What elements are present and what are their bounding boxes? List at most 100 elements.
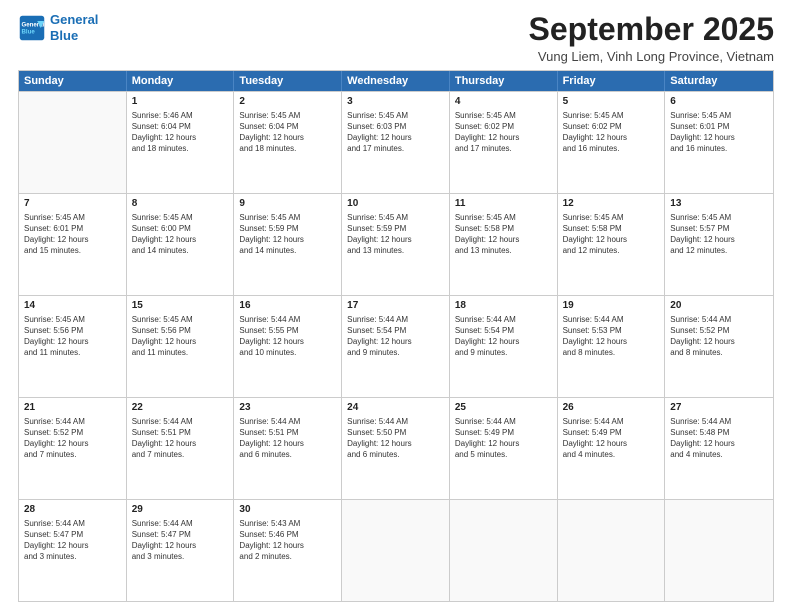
calendar-cell-9: 9Sunrise: 5:45 AM Sunset: 5:59 PM Daylig… [234, 194, 342, 295]
day-info: Sunrise: 5:44 AM Sunset: 5:54 PM Dayligh… [455, 314, 552, 359]
weekday-header-sunday: Sunday [19, 71, 127, 91]
calendar-body: 1Sunrise: 5:46 AM Sunset: 6:04 PM Daylig… [19, 91, 773, 601]
calendar-cell-13: 13Sunrise: 5:45 AM Sunset: 5:57 PM Dayli… [665, 194, 773, 295]
day-info: Sunrise: 5:44 AM Sunset: 5:52 PM Dayligh… [24, 416, 121, 461]
calendar-row-2: 14Sunrise: 5:45 AM Sunset: 5:56 PM Dayli… [19, 295, 773, 397]
day-number: 29 [132, 503, 229, 517]
day-info: Sunrise: 5:44 AM Sunset: 5:49 PM Dayligh… [455, 416, 552, 461]
calendar-cell-27: 27Sunrise: 5:44 AM Sunset: 5:48 PM Dayli… [665, 398, 773, 499]
day-number: 7 [24, 197, 121, 211]
calendar-cell-16: 16Sunrise: 5:44 AM Sunset: 5:55 PM Dayli… [234, 296, 342, 397]
calendar-header: SundayMondayTuesdayWednesdayThursdayFrid… [19, 71, 773, 91]
day-info: Sunrise: 5:44 AM Sunset: 5:47 PM Dayligh… [132, 518, 229, 563]
day-number: 9 [239, 197, 336, 211]
calendar-cell-empty [19, 92, 127, 193]
day-number: 15 [132, 299, 229, 313]
calendar: SundayMondayTuesdayWednesdayThursdayFrid… [18, 70, 774, 602]
calendar-cell-14: 14Sunrise: 5:45 AM Sunset: 5:56 PM Dayli… [19, 296, 127, 397]
title-area: September 2025 Vung Liem, Vinh Long Prov… [529, 12, 774, 64]
day-info: Sunrise: 5:44 AM Sunset: 5:52 PM Dayligh… [670, 314, 768, 359]
logo-icon: General Blue [18, 14, 46, 42]
calendar-cell-21: 21Sunrise: 5:44 AM Sunset: 5:52 PM Dayli… [19, 398, 127, 499]
calendar-cell-18: 18Sunrise: 5:44 AM Sunset: 5:54 PM Dayli… [450, 296, 558, 397]
calendar-cell-2: 2Sunrise: 5:45 AM Sunset: 6:04 PM Daylig… [234, 92, 342, 193]
day-info: Sunrise: 5:44 AM Sunset: 5:47 PM Dayligh… [24, 518, 121, 563]
calendar-cell-3: 3Sunrise: 5:45 AM Sunset: 6:03 PM Daylig… [342, 92, 450, 193]
calendar-cell-22: 22Sunrise: 5:44 AM Sunset: 5:51 PM Dayli… [127, 398, 235, 499]
day-number: 13 [670, 197, 768, 211]
day-info: Sunrise: 5:44 AM Sunset: 5:50 PM Dayligh… [347, 416, 444, 461]
calendar-cell-20: 20Sunrise: 5:44 AM Sunset: 5:52 PM Dayli… [665, 296, 773, 397]
calendar-cell-empty [450, 500, 558, 601]
day-info: Sunrise: 5:44 AM Sunset: 5:51 PM Dayligh… [132, 416, 229, 461]
day-number: 18 [455, 299, 552, 313]
day-number: 11 [455, 197, 552, 211]
day-info: Sunrise: 5:45 AM Sunset: 5:59 PM Dayligh… [239, 212, 336, 257]
calendar-cell-30: 30Sunrise: 5:43 AM Sunset: 5:46 PM Dayli… [234, 500, 342, 601]
day-number: 6 [670, 95, 768, 109]
page-header: General Blue General Blue September 2025… [18, 12, 774, 64]
day-number: 2 [239, 95, 336, 109]
calendar-cell-23: 23Sunrise: 5:44 AM Sunset: 5:51 PM Dayli… [234, 398, 342, 499]
day-number: 30 [239, 503, 336, 517]
day-info: Sunrise: 5:43 AM Sunset: 5:46 PM Dayligh… [239, 518, 336, 563]
day-info: Sunrise: 5:45 AM Sunset: 5:56 PM Dayligh… [132, 314, 229, 359]
day-info: Sunrise: 5:44 AM Sunset: 5:53 PM Dayligh… [563, 314, 660, 359]
calendar-cell-1: 1Sunrise: 5:46 AM Sunset: 6:04 PM Daylig… [127, 92, 235, 193]
day-number: 22 [132, 401, 229, 415]
day-number: 28 [24, 503, 121, 517]
day-number: 23 [239, 401, 336, 415]
day-info: Sunrise: 5:45 AM Sunset: 5:56 PM Dayligh… [24, 314, 121, 359]
calendar-cell-24: 24Sunrise: 5:44 AM Sunset: 5:50 PM Dayli… [342, 398, 450, 499]
calendar-cell-12: 12Sunrise: 5:45 AM Sunset: 5:58 PM Dayli… [558, 194, 666, 295]
day-info: Sunrise: 5:45 AM Sunset: 6:01 PM Dayligh… [670, 110, 768, 155]
day-info: Sunrise: 5:45 AM Sunset: 5:58 PM Dayligh… [455, 212, 552, 257]
day-number: 10 [347, 197, 444, 211]
day-info: Sunrise: 5:45 AM Sunset: 5:59 PM Dayligh… [347, 212, 444, 257]
calendar-cell-empty [665, 500, 773, 601]
calendar-cell-10: 10Sunrise: 5:45 AM Sunset: 5:59 PM Dayli… [342, 194, 450, 295]
day-number: 16 [239, 299, 336, 313]
day-info: Sunrise: 5:45 AM Sunset: 6:02 PM Dayligh… [455, 110, 552, 155]
calendar-cell-28: 28Sunrise: 5:44 AM Sunset: 5:47 PM Dayli… [19, 500, 127, 601]
calendar-row-4: 28Sunrise: 5:44 AM Sunset: 5:47 PM Dayli… [19, 499, 773, 601]
calendar-cell-7: 7Sunrise: 5:45 AM Sunset: 6:01 PM Daylig… [19, 194, 127, 295]
day-info: Sunrise: 5:45 AM Sunset: 6:01 PM Dayligh… [24, 212, 121, 257]
day-info: Sunrise: 5:44 AM Sunset: 5:51 PM Dayligh… [239, 416, 336, 461]
calendar-cell-19: 19Sunrise: 5:44 AM Sunset: 5:53 PM Dayli… [558, 296, 666, 397]
day-info: Sunrise: 5:46 AM Sunset: 6:04 PM Dayligh… [132, 110, 229, 155]
weekday-header-thursday: Thursday [450, 71, 558, 91]
day-number: 21 [24, 401, 121, 415]
svg-text:Blue: Blue [22, 28, 36, 35]
weekday-header-friday: Friday [558, 71, 666, 91]
calendar-cell-5: 5Sunrise: 5:45 AM Sunset: 6:02 PM Daylig… [558, 92, 666, 193]
month-title: September 2025 [529, 12, 774, 47]
calendar-cell-empty [342, 500, 450, 601]
day-number: 19 [563, 299, 660, 313]
day-number: 1 [132, 95, 229, 109]
calendar-cell-17: 17Sunrise: 5:44 AM Sunset: 5:54 PM Dayli… [342, 296, 450, 397]
day-number: 20 [670, 299, 768, 313]
logo-text: General Blue [50, 12, 98, 43]
day-info: Sunrise: 5:44 AM Sunset: 5:48 PM Dayligh… [670, 416, 768, 461]
day-number: 17 [347, 299, 444, 313]
day-number: 3 [347, 95, 444, 109]
day-info: Sunrise: 5:45 AM Sunset: 5:57 PM Dayligh… [670, 212, 768, 257]
day-number: 14 [24, 299, 121, 313]
calendar-cell-29: 29Sunrise: 5:44 AM Sunset: 5:47 PM Dayli… [127, 500, 235, 601]
day-info: Sunrise: 5:44 AM Sunset: 5:49 PM Dayligh… [563, 416, 660, 461]
calendar-cell-8: 8Sunrise: 5:45 AM Sunset: 6:00 PM Daylig… [127, 194, 235, 295]
weekday-header-monday: Monday [127, 71, 235, 91]
day-number: 27 [670, 401, 768, 415]
calendar-cell-4: 4Sunrise: 5:45 AM Sunset: 6:02 PM Daylig… [450, 92, 558, 193]
weekday-header-tuesday: Tuesday [234, 71, 342, 91]
calendar-cell-25: 25Sunrise: 5:44 AM Sunset: 5:49 PM Dayli… [450, 398, 558, 499]
calendar-cell-6: 6Sunrise: 5:45 AM Sunset: 6:01 PM Daylig… [665, 92, 773, 193]
day-number: 12 [563, 197, 660, 211]
day-number: 24 [347, 401, 444, 415]
calendar-row-3: 21Sunrise: 5:44 AM Sunset: 5:52 PM Dayli… [19, 397, 773, 499]
day-number: 8 [132, 197, 229, 211]
day-info: Sunrise: 5:44 AM Sunset: 5:54 PM Dayligh… [347, 314, 444, 359]
weekday-header-saturday: Saturday [665, 71, 773, 91]
calendar-row-0: 1Sunrise: 5:46 AM Sunset: 6:04 PM Daylig… [19, 91, 773, 193]
